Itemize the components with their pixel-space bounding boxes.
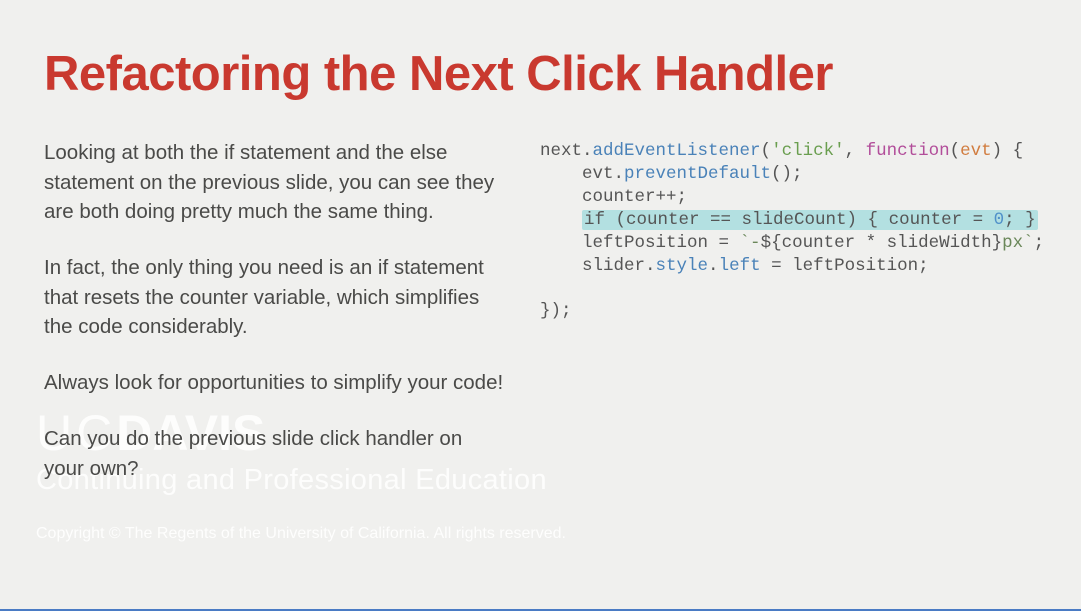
code-token: }); [540, 301, 572, 321]
body-column: Looking at both the if statement and the… [44, 138, 504, 509]
code-token: ; } [1004, 210, 1036, 230]
code-token: ${counter * slideWidth} [761, 233, 1003, 253]
code-block: next.addEventListener('click', function(… [540, 140, 1044, 323]
code-token: 0 [994, 210, 1005, 230]
code-token: ; [1034, 233, 1045, 253]
code-token: ( [761, 141, 772, 161]
highlighted-code: if (counter == slideCount) { counter = 0… [582, 210, 1038, 230]
body-paragraph: Looking at both the if statement and the… [44, 138, 504, 227]
code-token: ( [950, 141, 961, 161]
code-token: evt [960, 141, 992, 161]
code-token: addEventListener [593, 141, 761, 161]
code-token: evt. [540, 164, 624, 184]
code-token: counter++; [540, 187, 687, 207]
body-paragraph: Can you do the previous slide click hand… [44, 424, 504, 483]
code-token: left [719, 256, 761, 276]
code-token: slider. [540, 256, 656, 276]
body-paragraph: In fact, the only thing you need is an i… [44, 253, 504, 342]
code-token: style [656, 256, 709, 276]
slide-title: Refactoring the Next Click Handler [44, 48, 1037, 102]
code-token: function [866, 141, 950, 161]
code-token: next. [540, 141, 593, 161]
code-token: leftPosition = [540, 233, 740, 253]
code-token: (); [771, 164, 803, 184]
code-token: if (counter == slideCount) { counter = [584, 210, 994, 230]
code-token: preventDefault [624, 164, 771, 184]
code-token: px` [1002, 233, 1034, 253]
code-column: next.addEventListener('click', function(… [540, 138, 1044, 509]
code-token: `- [740, 233, 761, 253]
code-token [540, 210, 582, 230]
code-token: , [845, 141, 866, 161]
code-token: = leftPosition; [761, 256, 929, 276]
body-paragraph: Always look for opportunities to simplif… [44, 368, 504, 398]
code-token: ) { [992, 141, 1024, 161]
watermark-copyright: Copyright © The Regents of the Universit… [36, 525, 566, 543]
code-token: . [708, 256, 719, 276]
code-token: 'click' [771, 141, 845, 161]
